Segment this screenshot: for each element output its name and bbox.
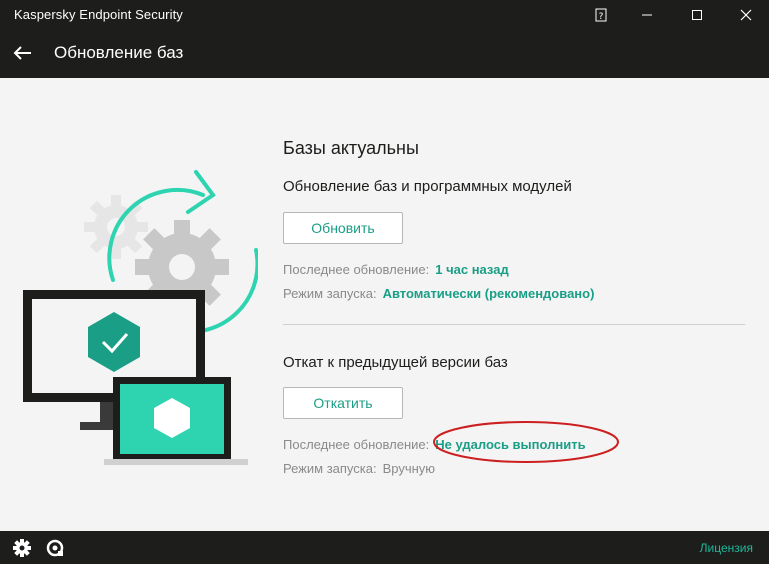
run-mode-label: Режим запуска: xyxy=(283,286,377,301)
update-section-title: Обновление баз и программных модулей xyxy=(283,178,572,195)
maximize-icon xyxy=(692,10,702,20)
run-mode-link[interactable]: Автоматически (рекомендовано) xyxy=(383,286,595,301)
page-title: Обновление баз xyxy=(54,43,184,62)
rollback-section-title: Откат к предыдущей версии баз xyxy=(283,354,508,371)
maximize-button[interactable] xyxy=(674,0,720,30)
help-button[interactable]: ? xyxy=(578,0,624,30)
laptop-icon xyxy=(104,377,248,465)
status-heading: Базы актуальны xyxy=(283,138,419,158)
title-bar: Kaspersky Endpoint Security ? xyxy=(0,0,769,30)
support-icon[interactable] xyxy=(45,538,65,558)
update-illustration xyxy=(23,170,258,465)
red-annotation-ellipse xyxy=(433,421,619,463)
back-button[interactable] xyxy=(10,40,36,66)
minimize-icon xyxy=(642,14,652,16)
rollback-mode-row: Режим запуска: Вручную xyxy=(283,461,435,476)
page-header: Обновление баз xyxy=(0,30,769,78)
rollback-run-mode-value: Вручную xyxy=(382,461,436,476)
update-last-row: Последнее обновление: 1 час назад xyxy=(283,262,509,277)
svg-text:?: ? xyxy=(599,12,604,22)
close-button[interactable] xyxy=(723,0,769,30)
arrow-left-icon xyxy=(13,46,31,60)
license-link[interactable]: Лицензия xyxy=(700,541,753,555)
footer-bar: Лицензия xyxy=(0,531,769,564)
rollback-run-mode-label: Режим запуска: xyxy=(283,461,377,476)
app-window: Kaspersky Endpoint Security ? Обновление… xyxy=(0,0,769,564)
close-icon xyxy=(740,9,752,21)
last-update-value: 1 час назад xyxy=(435,262,509,277)
rollback-last-update-label: Последнее обновление: xyxy=(283,437,430,452)
update-button[interactable]: Обновить xyxy=(283,212,403,244)
section-divider xyxy=(283,324,745,325)
update-mode-row: Режим запуска: Автоматически (рекомендова… xyxy=(283,286,594,301)
minimize-button[interactable] xyxy=(624,0,670,30)
gear-icon[interactable] xyxy=(12,538,32,558)
app-title: Kaspersky Endpoint Security xyxy=(14,7,183,22)
last-update-label: Последнее обновление: xyxy=(283,262,430,277)
help-icon: ? xyxy=(595,8,607,22)
rollback-button[interactable]: Откатить xyxy=(283,387,403,419)
